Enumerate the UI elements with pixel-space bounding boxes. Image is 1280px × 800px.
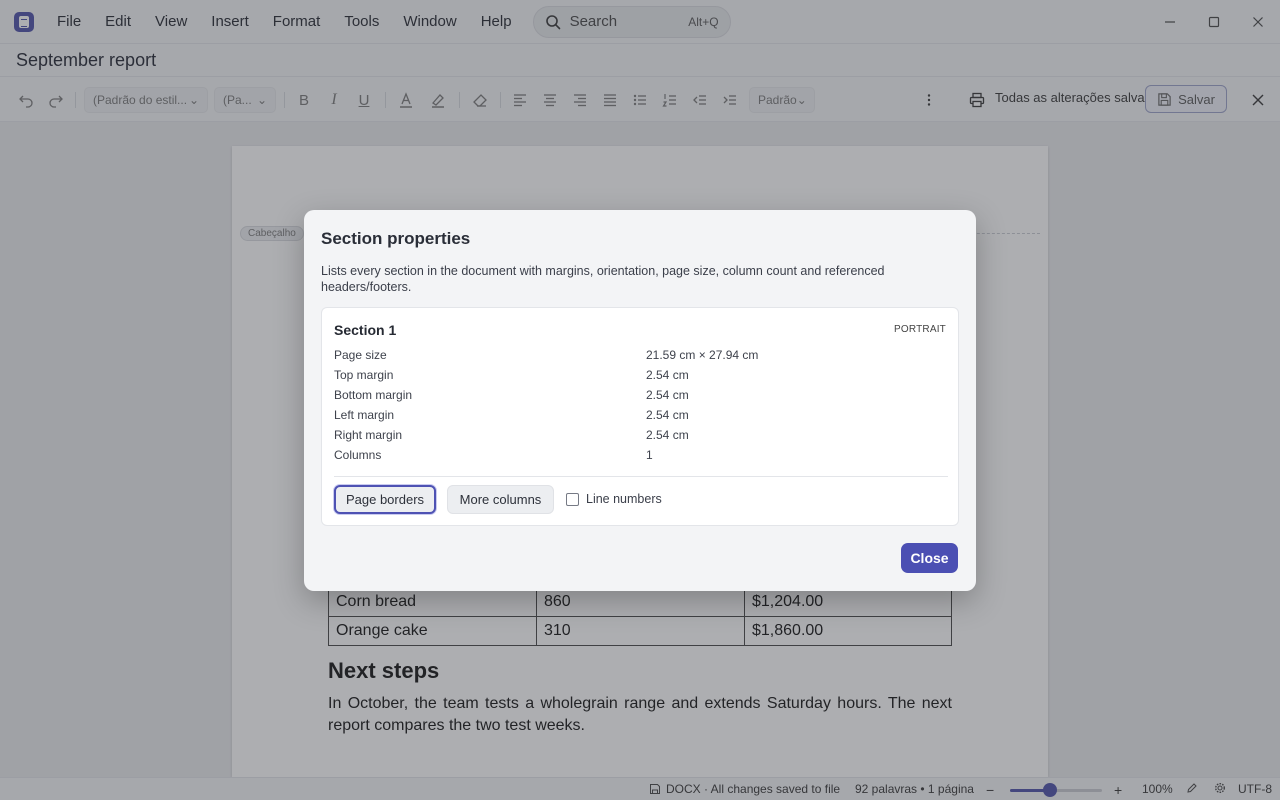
- property-value: 21.59 cm × 27.94 cm: [646, 348, 759, 362]
- property-row: Bottom margin 2.54 cm: [334, 388, 948, 408]
- property-label: Top margin: [334, 368, 394, 382]
- property-label: Columns: [334, 448, 382, 462]
- property-label: Left margin: [334, 408, 395, 422]
- dialog-description: Lists every section in the document with…: [321, 264, 885, 294]
- property-label: Bottom margin: [334, 388, 413, 402]
- property-label: Right margin: [334, 428, 403, 442]
- property-row: Top margin 2.54 cm: [334, 368, 948, 388]
- property-row: Columns 1: [334, 448, 948, 468]
- more-columns-button[interactable]: More columns: [447, 485, 554, 514]
- property-value: 2.54 cm: [646, 408, 689, 422]
- property-row: Page size 21.59 cm × 27.94 cm: [334, 348, 948, 368]
- property-row: Left margin 2.54 cm: [334, 408, 948, 428]
- section-name: Section 1: [334, 322, 397, 338]
- orientation-badge: PORTRAIT: [894, 324, 946, 335]
- property-row: Right margin 2.54 cm: [334, 428, 948, 448]
- dialog-title: Section properties: [321, 229, 471, 248]
- line-numbers-label: Line numbers: [586, 492, 662, 506]
- page-borders-button[interactable]: Page borders: [334, 485, 436, 514]
- property-label: Page size: [334, 348, 387, 362]
- card-divider: [334, 476, 948, 477]
- line-numbers-toggle[interactable]: Line numbers: [566, 492, 662, 506]
- section-properties-dialog: Section properties Lists every section i…: [304, 210, 976, 591]
- section-card: Section 1 PORTRAIT Page size 21.59 cm × …: [321, 307, 959, 526]
- close-dialog-button[interactable]: Close: [901, 543, 958, 573]
- property-value: 2.54 cm: [646, 428, 689, 442]
- property-value: 2.54 cm: [646, 368, 689, 382]
- property-value: 1: [646, 448, 653, 462]
- line-numbers-checkbox[interactable]: [566, 492, 579, 506]
- property-value: 2.54 cm: [646, 388, 689, 402]
